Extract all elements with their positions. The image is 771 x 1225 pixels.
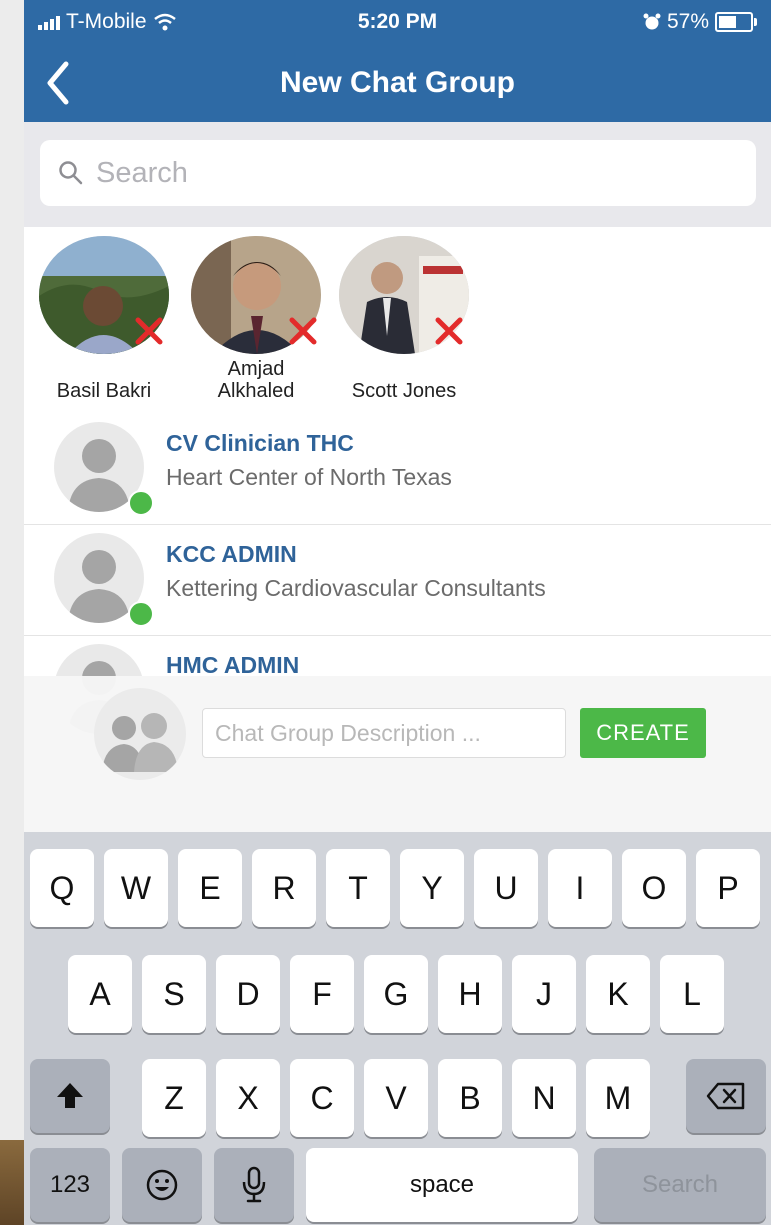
key-b[interactable]: B [438,1059,502,1137]
key-g[interactable]: G [364,955,428,1033]
contact-organization: Kettering Cardiovascular Consultants [166,575,546,601]
selected-member: Amjad Alkhaled [186,236,326,402]
selected-member: Basil Bakri [34,236,174,402]
nav-bar: New Chat Group [24,44,771,122]
online-status-icon [128,490,154,516]
create-button[interactable]: CREATE [580,708,706,758]
shift-icon [57,1083,83,1108]
page-title: New Chat Group [279,66,515,99]
group-description-input[interactable] [202,708,566,758]
shift-key[interactable] [30,1059,110,1133]
contact-organization: Heart Center of North Texas [166,464,452,490]
emoji-icon [146,1169,178,1201]
create-group-panel: CREATE [24,676,771,832]
key-d[interactable]: D [216,955,280,1033]
delete-key[interactable] [686,1059,766,1133]
key-m[interactable]: M [586,1059,650,1137]
dictation-key[interactable] [214,1148,294,1222]
key-h[interactable]: H [438,955,502,1033]
key-f[interactable]: F [290,955,354,1033]
key-z[interactable]: Z [142,1059,206,1137]
status-right: 57% [643,10,757,34]
backspace-icon [706,1082,745,1110]
phone-screen: T-Mobile 5:20 PM 57% New Chat Group Sear… [24,0,771,1225]
selected-member: Scott Jones [334,236,474,402]
key-l[interactable]: L [660,955,724,1033]
contact-row[interactable]: CV Clinician THC Heart Center of North T… [24,414,771,525]
key-r[interactable]: R [252,849,316,927]
search-key[interactable]: Search [594,1148,766,1222]
key-k[interactable]: K [586,955,650,1033]
online-status-icon [128,601,154,627]
key-o[interactable]: O [622,849,686,927]
search-bar [24,122,771,227]
key-a[interactable]: A [68,955,132,1033]
microphone-icon [242,1166,266,1203]
key-v[interactable]: V [364,1059,428,1137]
key-i[interactable]: I [548,849,612,927]
emoji-key[interactable] [122,1148,202,1222]
contact-name: HMC ADMIN [166,652,300,678]
key-t[interactable]: T [326,849,390,927]
search-input[interactable] [94,155,756,191]
contact-name: KCC ADMIN [166,541,297,567]
top-bar: T-Mobile 5:20 PM 57% New Chat Group [24,0,771,122]
numbers-key[interactable]: 123 [30,1148,110,1222]
key-n[interactable]: N [512,1059,576,1137]
key-x[interactable]: X [216,1059,280,1137]
status-bar: T-Mobile 5:20 PM 57% [24,0,771,44]
key-s[interactable]: S [142,955,206,1033]
key-u[interactable]: U [474,849,538,927]
contact-row[interactable]: KCC ADMIN Kettering Cardiovascular Consu… [24,525,771,636]
selected-members: Basil Bakri Amjad Alkhaled Scott Jones [24,228,771,414]
space-key[interactable]: space [306,1148,578,1222]
key-q[interactable]: Q [30,849,94,927]
key-p[interactable]: P [696,849,760,927]
contact-name: CV Clinician THC [166,430,354,456]
key-j[interactable]: J [512,955,576,1033]
key-w[interactable]: W [104,849,168,927]
search-box[interactable] [40,140,756,206]
remove-member-icon[interactable] [286,314,320,348]
group-avatar-icon[interactable] [94,688,186,780]
key-e[interactable]: E [178,849,242,927]
member-name: Amjad Alkhaled [217,358,295,402]
keyboard: QWERTYUIOP ASDFGHJKL ZXCVBNM 123 space S… [24,832,771,1225]
member-name: Scott Jones [351,380,457,402]
search-icon [59,161,83,185]
alarm-icon [643,13,661,30]
battery-percent: 57% [666,10,709,33]
member-name: Basil Bakri [56,380,152,402]
key-y[interactable]: Y [400,849,464,927]
key-c[interactable]: C [290,1059,354,1137]
remove-member-icon[interactable] [432,314,466,348]
remove-member-icon[interactable] [132,314,166,348]
battery-icon [715,12,757,32]
